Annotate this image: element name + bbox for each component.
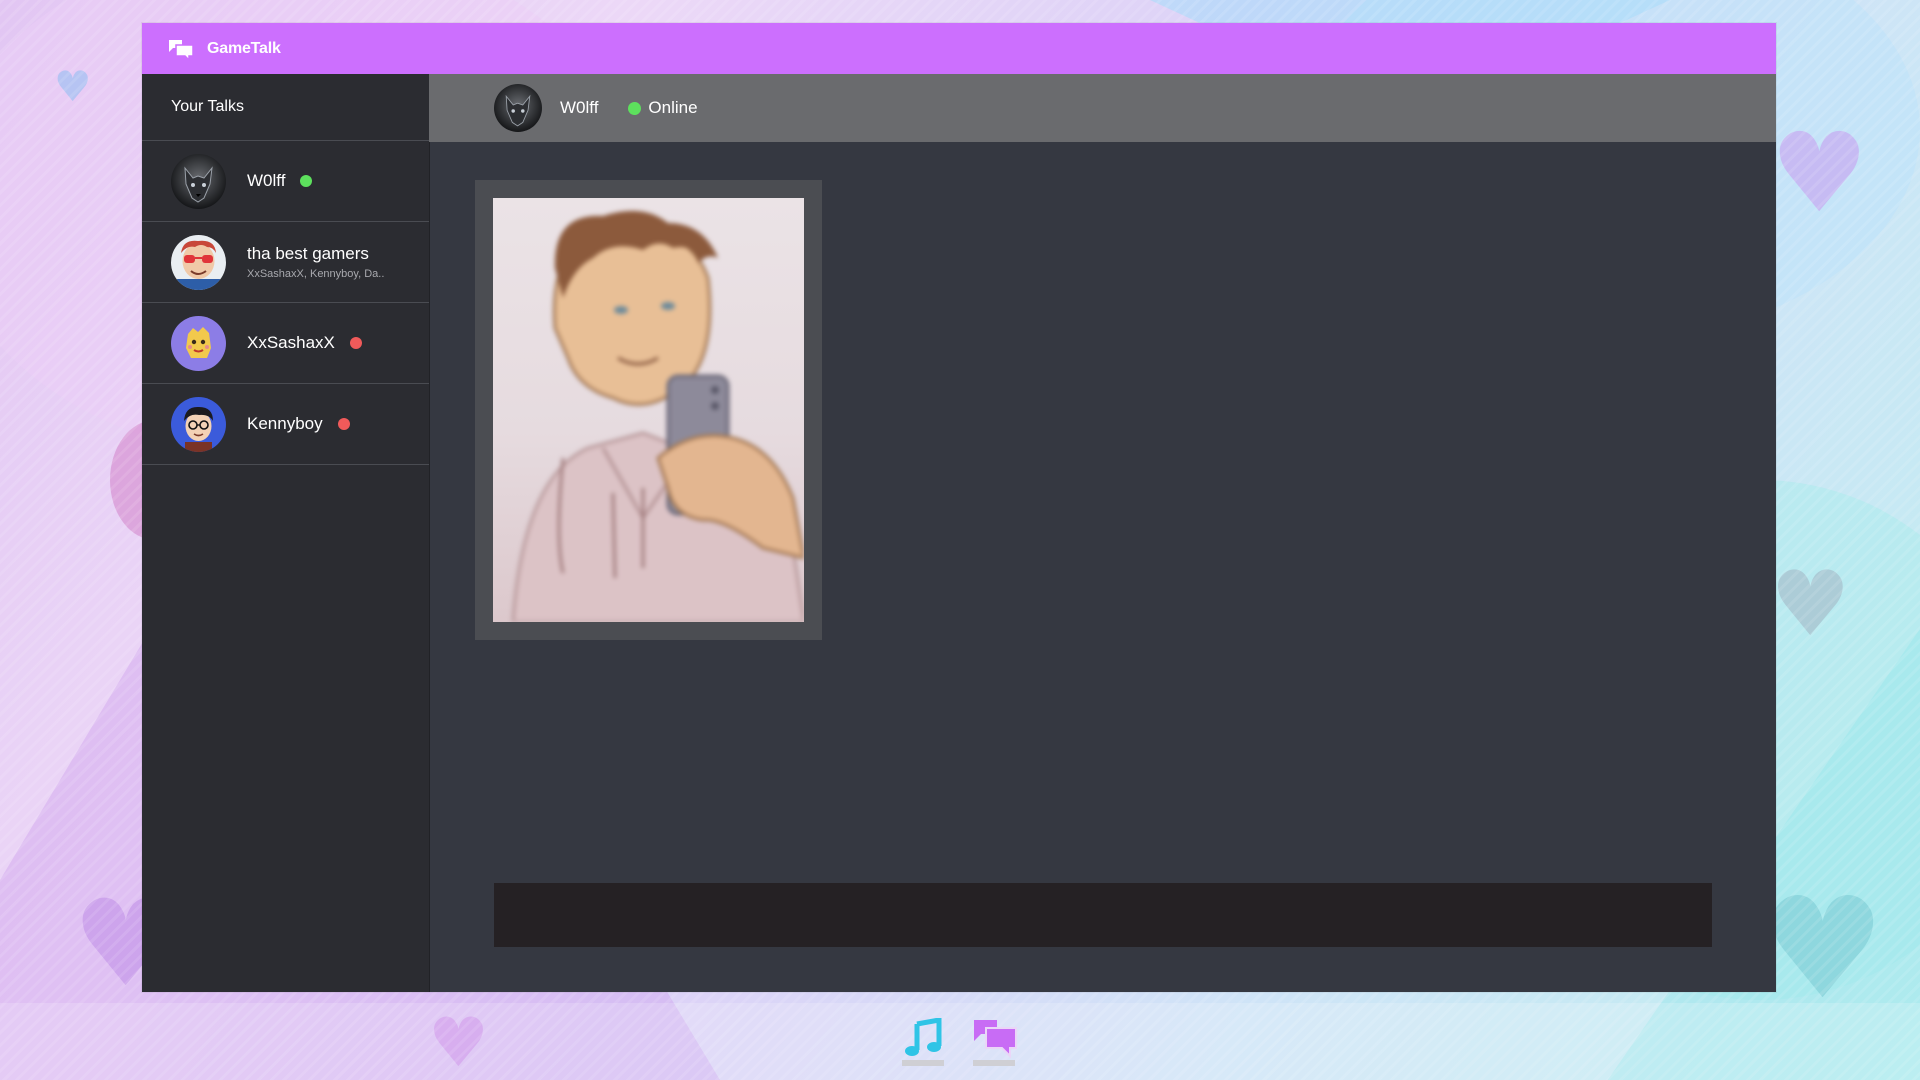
group-avatar [171, 234, 226, 290]
talk-item-xxsashaxx[interactable]: XxSashaxX [142, 303, 429, 384]
taskbar-indicator [902, 1060, 944, 1066]
talk-name: tha best gamers [247, 244, 369, 263]
selfie-photo [493, 198, 804, 622]
app-title: GameTalk [207, 39, 281, 57]
offline-status-dot [349, 337, 362, 349]
taskbar [0, 1003, 1920, 1080]
gametalk-window: GameTalk Your Talks W0lff tha best gamer… [142, 23, 1776, 992]
music-taskbar-button[interactable] [901, 1017, 945, 1066]
music-note-icon [903, 1017, 943, 1063]
online-status-dot [628, 101, 642, 115]
talk-item-kennyboy[interactable]: Kennyboy [142, 384, 429, 465]
talk-item-w0lff[interactable]: W0lff [142, 141, 429, 222]
chat-user-name: W0lff [560, 98, 599, 117]
chat-bubbles-icon [168, 39, 194, 62]
talk-name: Kennyboy [247, 414, 323, 433]
talks-sidebar: Your Talks W0lff tha best gamers XxSasha… [142, 74, 430, 992]
talk-name: W0lff [247, 171, 286, 190]
gametalk-taskbar-button[interactable] [972, 1018, 1017, 1066]
chat-bubbles-icon [973, 1018, 1017, 1063]
chat-user-status: Online [648, 98, 698, 117]
message-input[interactable] [494, 883, 1712, 947]
wolf-avatar[interactable] [494, 84, 542, 132]
chat-header: W0lff Online [429, 74, 1776, 142]
title-bar: GameTalk [142, 23, 1776, 74]
talk-members-preview: XxSashaxX, Kennyboy, Da.. [247, 268, 385, 280]
boy-avatar [171, 396, 226, 452]
taskbar-indicator [973, 1060, 1015, 1066]
image-message[interactable] [475, 180, 822, 640]
offline-status-dot [337, 418, 350, 430]
sidebar-header: Your Talks [142, 74, 429, 141]
cartoon-avatar [171, 315, 226, 371]
online-status-dot [300, 175, 313, 187]
wolf-avatar [171, 153, 226, 209]
talk-name: XxSashaxX [247, 333, 335, 352]
talk-item-tha-best-gamers[interactable]: tha best gamers XxSashaxX, Kennyboy, Da.… [142, 222, 429, 303]
